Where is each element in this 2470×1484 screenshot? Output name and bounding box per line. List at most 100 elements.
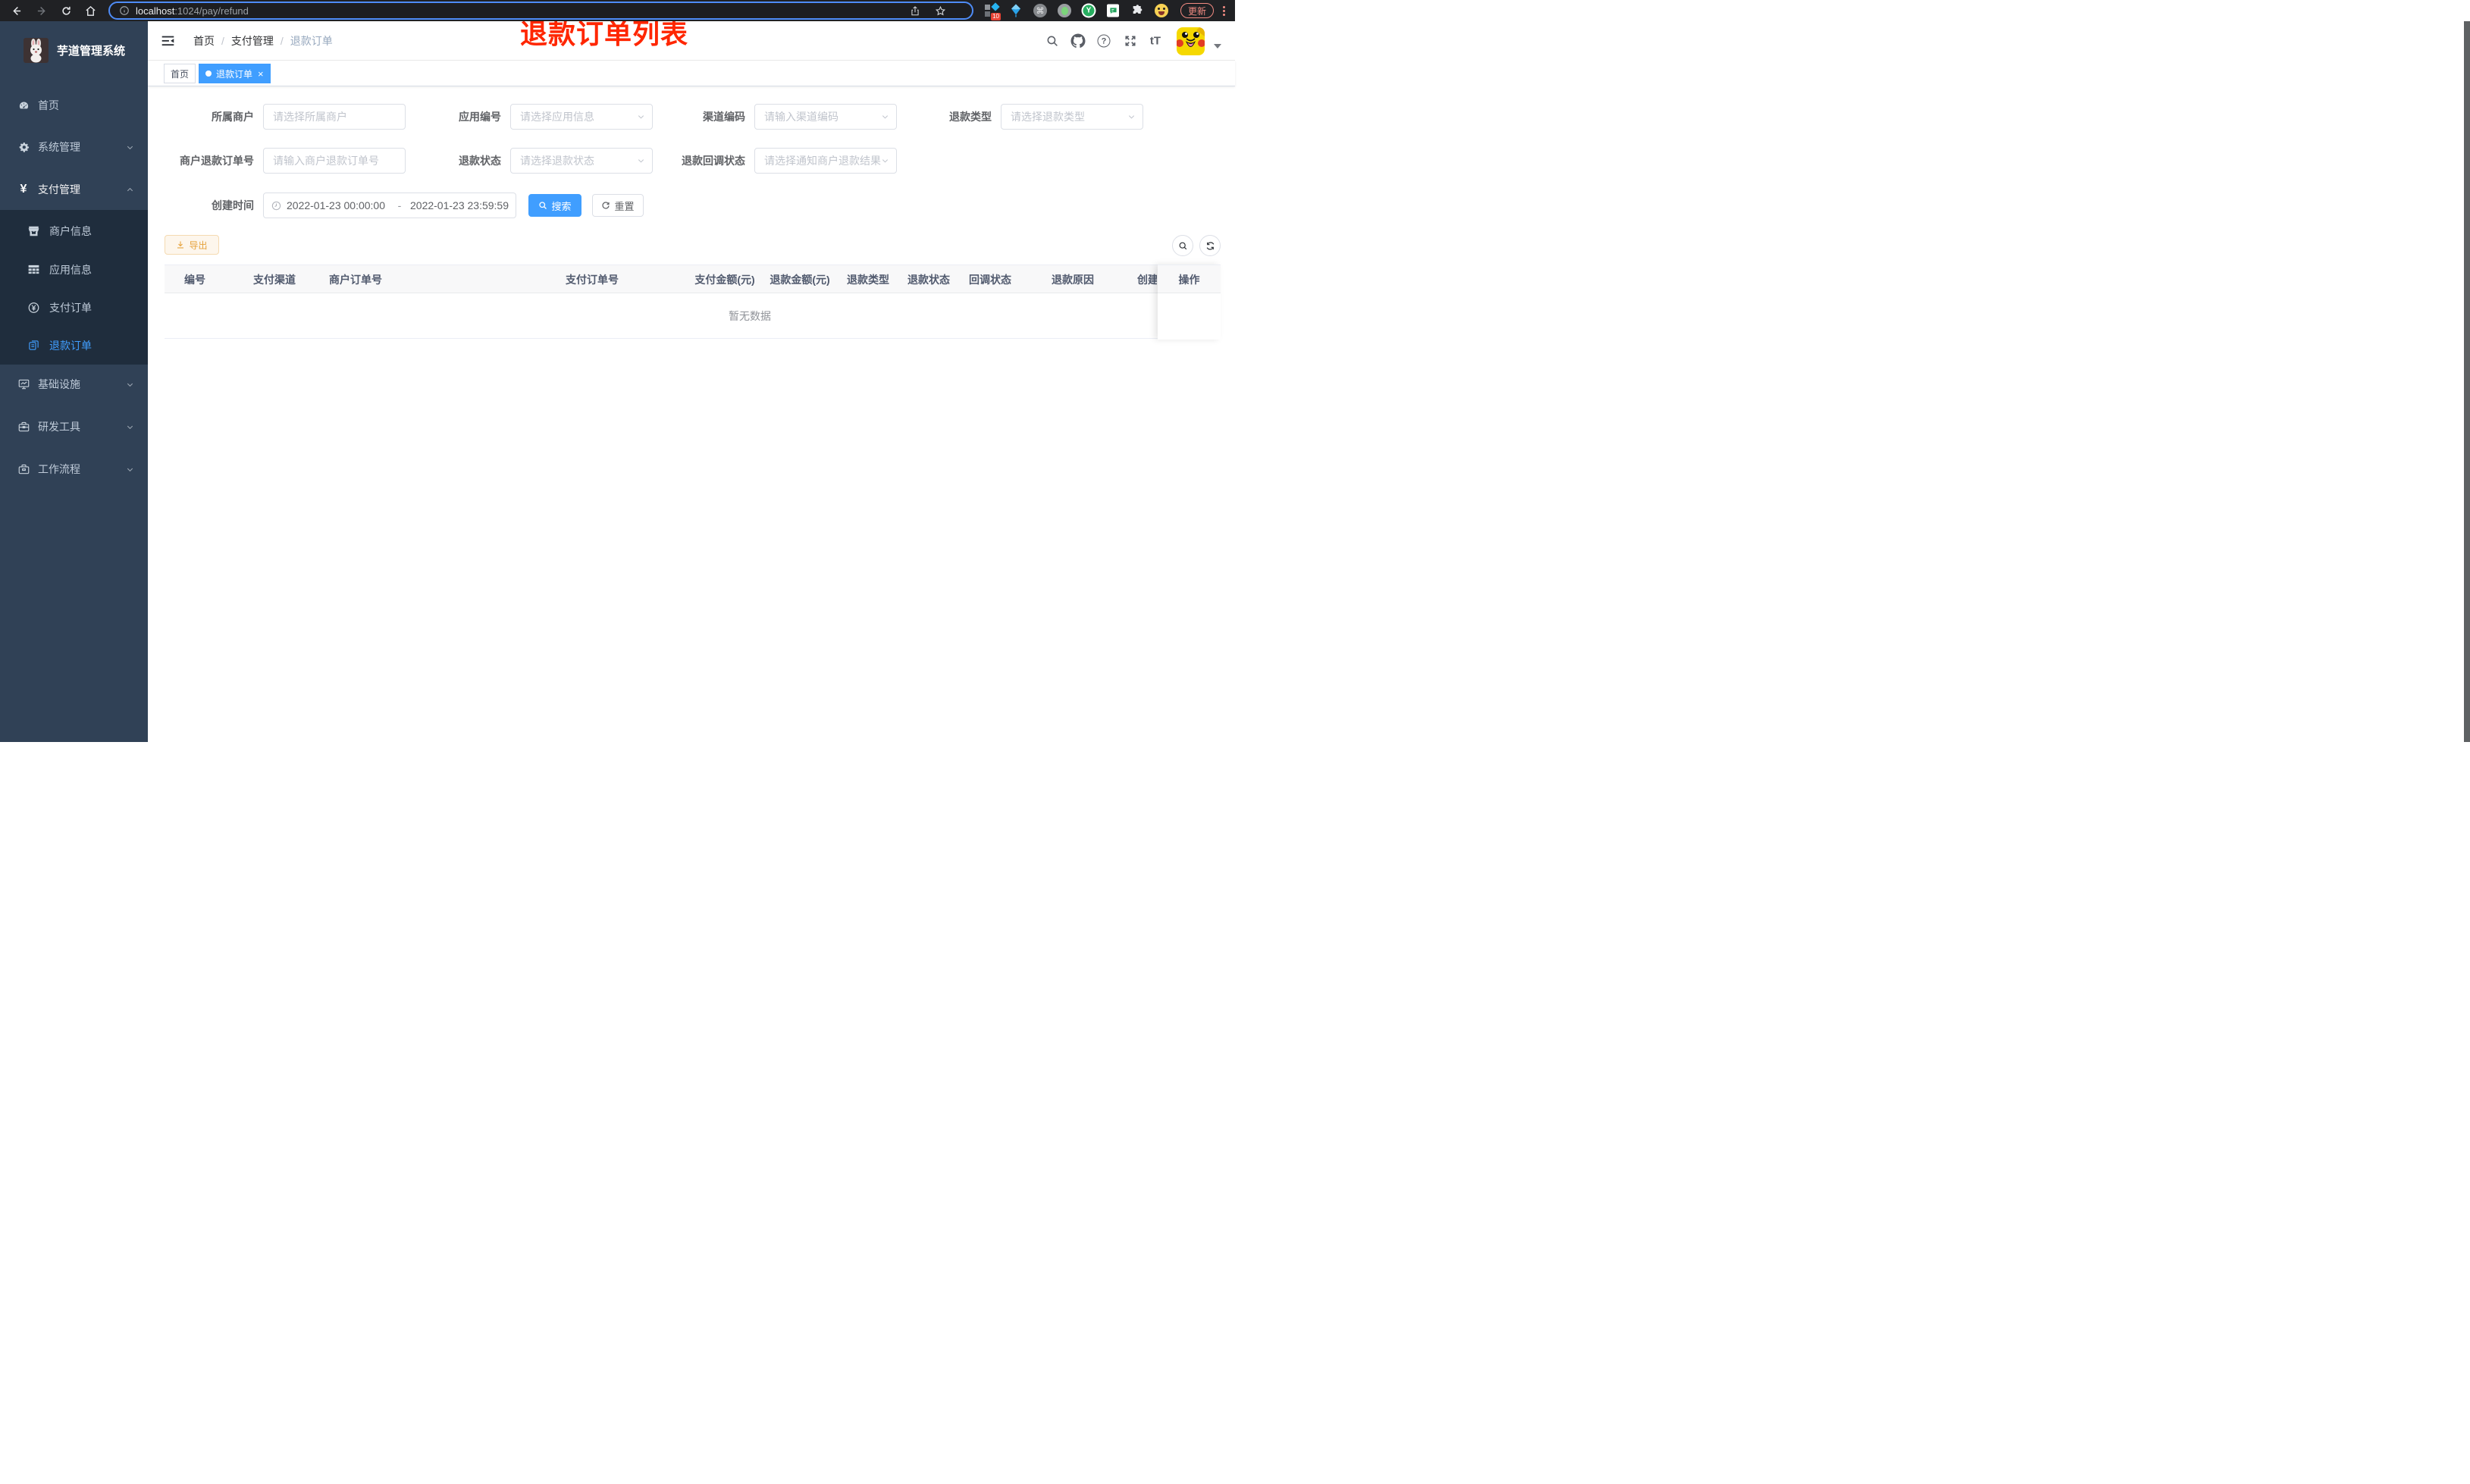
sidebar-item-pay-order[interactable]: 支付订单 xyxy=(0,288,148,327)
browser-menu-button[interactable] xyxy=(1214,0,1233,21)
browser-update-button[interactable]: 更新 xyxy=(1180,3,1214,18)
col-pay-amount: 支付金额(元) xyxy=(694,274,755,286)
browser-home-button[interactable] xyxy=(80,0,100,21)
fullscreen-icon xyxy=(1125,36,1136,46)
sidebar-item-app-info[interactable]: 应用信息 xyxy=(0,250,148,289)
col-create-time: 创建时间 xyxy=(1137,274,1157,286)
chevron-down-icon xyxy=(637,157,645,165)
extension-command-icon[interactable]: ⌘ xyxy=(1033,4,1047,17)
site-info-icon[interactable] xyxy=(119,5,130,16)
url-text: localhost:1024/pay/refund xyxy=(136,5,249,17)
merchant-refund-no-input[interactable] xyxy=(264,155,405,167)
ext-square-1 xyxy=(985,5,990,10)
share-icon[interactable] xyxy=(910,5,920,17)
sidebar-item-refund-order[interactable]: 退款订单 xyxy=(0,326,148,365)
extension-smiley-icon[interactable] xyxy=(1155,4,1168,17)
reset-button[interactable]: 重置 xyxy=(592,194,644,217)
refund-status-input[interactable] xyxy=(511,155,652,167)
refund-type-select[interactable] xyxy=(1001,104,1143,130)
fixed-action-column: 操作 xyxy=(1158,265,1221,340)
extension-kite-icon[interactable] xyxy=(1011,4,1021,17)
refund-status-select[interactable] xyxy=(510,148,653,174)
sidebar-logo[interactable]: 芋道管理系统 xyxy=(0,21,148,79)
search-icon xyxy=(539,202,547,209)
merchant-input[interactable] xyxy=(264,111,405,123)
sidebar-item-dev-tools[interactable]: 研发工具 xyxy=(0,408,148,446)
pikachu-avatar-image xyxy=(1177,27,1205,55)
create-time-range-picker[interactable]: 2022-01-23 00:00:00 - 2022-01-23 23:59:5… xyxy=(263,193,516,218)
header-github-button[interactable] xyxy=(1070,33,1086,49)
monitor-chart-icon xyxy=(17,379,30,390)
tag-refund-order[interactable]: 退款订单 × xyxy=(199,64,271,83)
record-dot xyxy=(1061,6,1068,15)
app-input[interactable] xyxy=(511,111,652,123)
header-search-button[interactable] xyxy=(1046,35,1059,48)
channel-select[interactable] xyxy=(754,104,897,130)
github-icon xyxy=(1070,33,1086,49)
clock-icon xyxy=(271,201,281,211)
merchant-refund-no-field[interactable] xyxy=(263,148,406,174)
col-pay-order-no: 支付订单号 xyxy=(566,274,619,286)
refresh-table-button[interactable] xyxy=(1199,235,1221,256)
app-select[interactable] xyxy=(510,104,653,130)
address-bar[interactable]: localhost:1024/pay/refund xyxy=(108,2,973,20)
header-help-button[interactable]: ? xyxy=(1097,34,1111,48)
smiley-eye xyxy=(1163,8,1165,10)
col-refund-status: 退款状态 xyxy=(907,274,950,286)
extensions-puzzle-icon[interactable] xyxy=(1131,5,1143,17)
col-pay-channel: 支付渠道 xyxy=(253,274,296,286)
merchant-select[interactable] xyxy=(263,104,406,130)
tag-home[interactable]: 首页 xyxy=(164,64,196,83)
refund-type-input[interactable] xyxy=(1001,111,1143,123)
table-grid-icon xyxy=(28,265,39,274)
export-button[interactable]: 导出 xyxy=(165,235,219,255)
breadcrumb-separator: / xyxy=(221,35,224,47)
breadcrumb: 首页 / 支付管理 / 退款订单 xyxy=(193,21,333,61)
refund-table: 编号 支付渠道 商户订单号 支付订单号 支付金额(元) 退款金额(元) 退款类型… xyxy=(165,265,1221,340)
sidebar-item-system[interactable]: 系统管理 xyxy=(0,128,148,166)
yen-circle-icon xyxy=(28,302,39,314)
download-icon xyxy=(177,241,184,249)
sidebar-item-merchant-info[interactable]: 商户信息 xyxy=(0,211,148,250)
search-button[interactable]: 搜索 xyxy=(528,194,581,217)
breadcrumb-pay[interactable]: 支付管理 xyxy=(231,33,274,49)
breadcrumb-home[interactable]: 首页 xyxy=(193,33,215,49)
header-fullscreen-button[interactable] xyxy=(1124,35,1137,48)
sidebar-item-infra[interactable]: 基础设施 xyxy=(0,365,148,403)
extension-y-icon[interactable]: Y xyxy=(1081,3,1096,18)
col-callback-status: 回调状态 xyxy=(969,274,1011,286)
reload-icon xyxy=(61,6,71,15)
window-scrollbar[interactable] xyxy=(2464,21,2470,742)
avatar-caret-icon[interactable] xyxy=(1214,44,1221,49)
search-icon xyxy=(1179,242,1186,249)
back-icon xyxy=(12,6,20,15)
date-separator: - xyxy=(397,199,402,211)
end-date-value[interactable]: 2022-01-23 23:59:59 xyxy=(410,199,516,211)
browser-reload-button[interactable] xyxy=(56,0,76,21)
extension-chat-icon[interactable] xyxy=(1107,4,1119,17)
header-font-size-button[interactable]: tT xyxy=(1150,35,1161,48)
browser-forward-button[interactable] xyxy=(32,0,52,21)
sidebar-item-workflow[interactable]: 工作流程 xyxy=(0,450,148,488)
toggle-search-button[interactable] xyxy=(1172,235,1193,256)
extension-tabs-icon[interactable]: 10 xyxy=(985,2,1001,20)
tag-close-icon[interactable]: × xyxy=(258,69,264,79)
extension-record-icon[interactable] xyxy=(1058,4,1071,17)
sidebar-toggle-button[interactable] xyxy=(161,35,174,47)
avatar[interactable] xyxy=(1177,27,1205,55)
col-action: 操作 xyxy=(1158,265,1221,293)
notify-status-select[interactable] xyxy=(754,148,897,174)
channel-input[interactable] xyxy=(755,111,896,123)
start-date-value[interactable]: 2022-01-23 00:00:00 xyxy=(287,199,392,211)
browser-back-button[interactable] xyxy=(6,0,26,21)
sidebar-item-home[interactable]: 首页 xyxy=(0,86,148,124)
col-refund-type: 退款类型 xyxy=(847,274,889,286)
notify-status-input[interactable] xyxy=(755,155,896,167)
col-refund-amount: 退款金额(元) xyxy=(770,274,830,286)
smiley-eye xyxy=(1158,8,1160,10)
filter-label-refund-type: 退款类型 xyxy=(949,111,992,123)
bookmark-star-icon[interactable] xyxy=(935,5,946,17)
extension-badge: 10 xyxy=(991,13,1001,20)
gear-icon xyxy=(17,142,30,153)
sidebar-item-pay[interactable]: ¥ 支付管理 xyxy=(0,171,148,208)
